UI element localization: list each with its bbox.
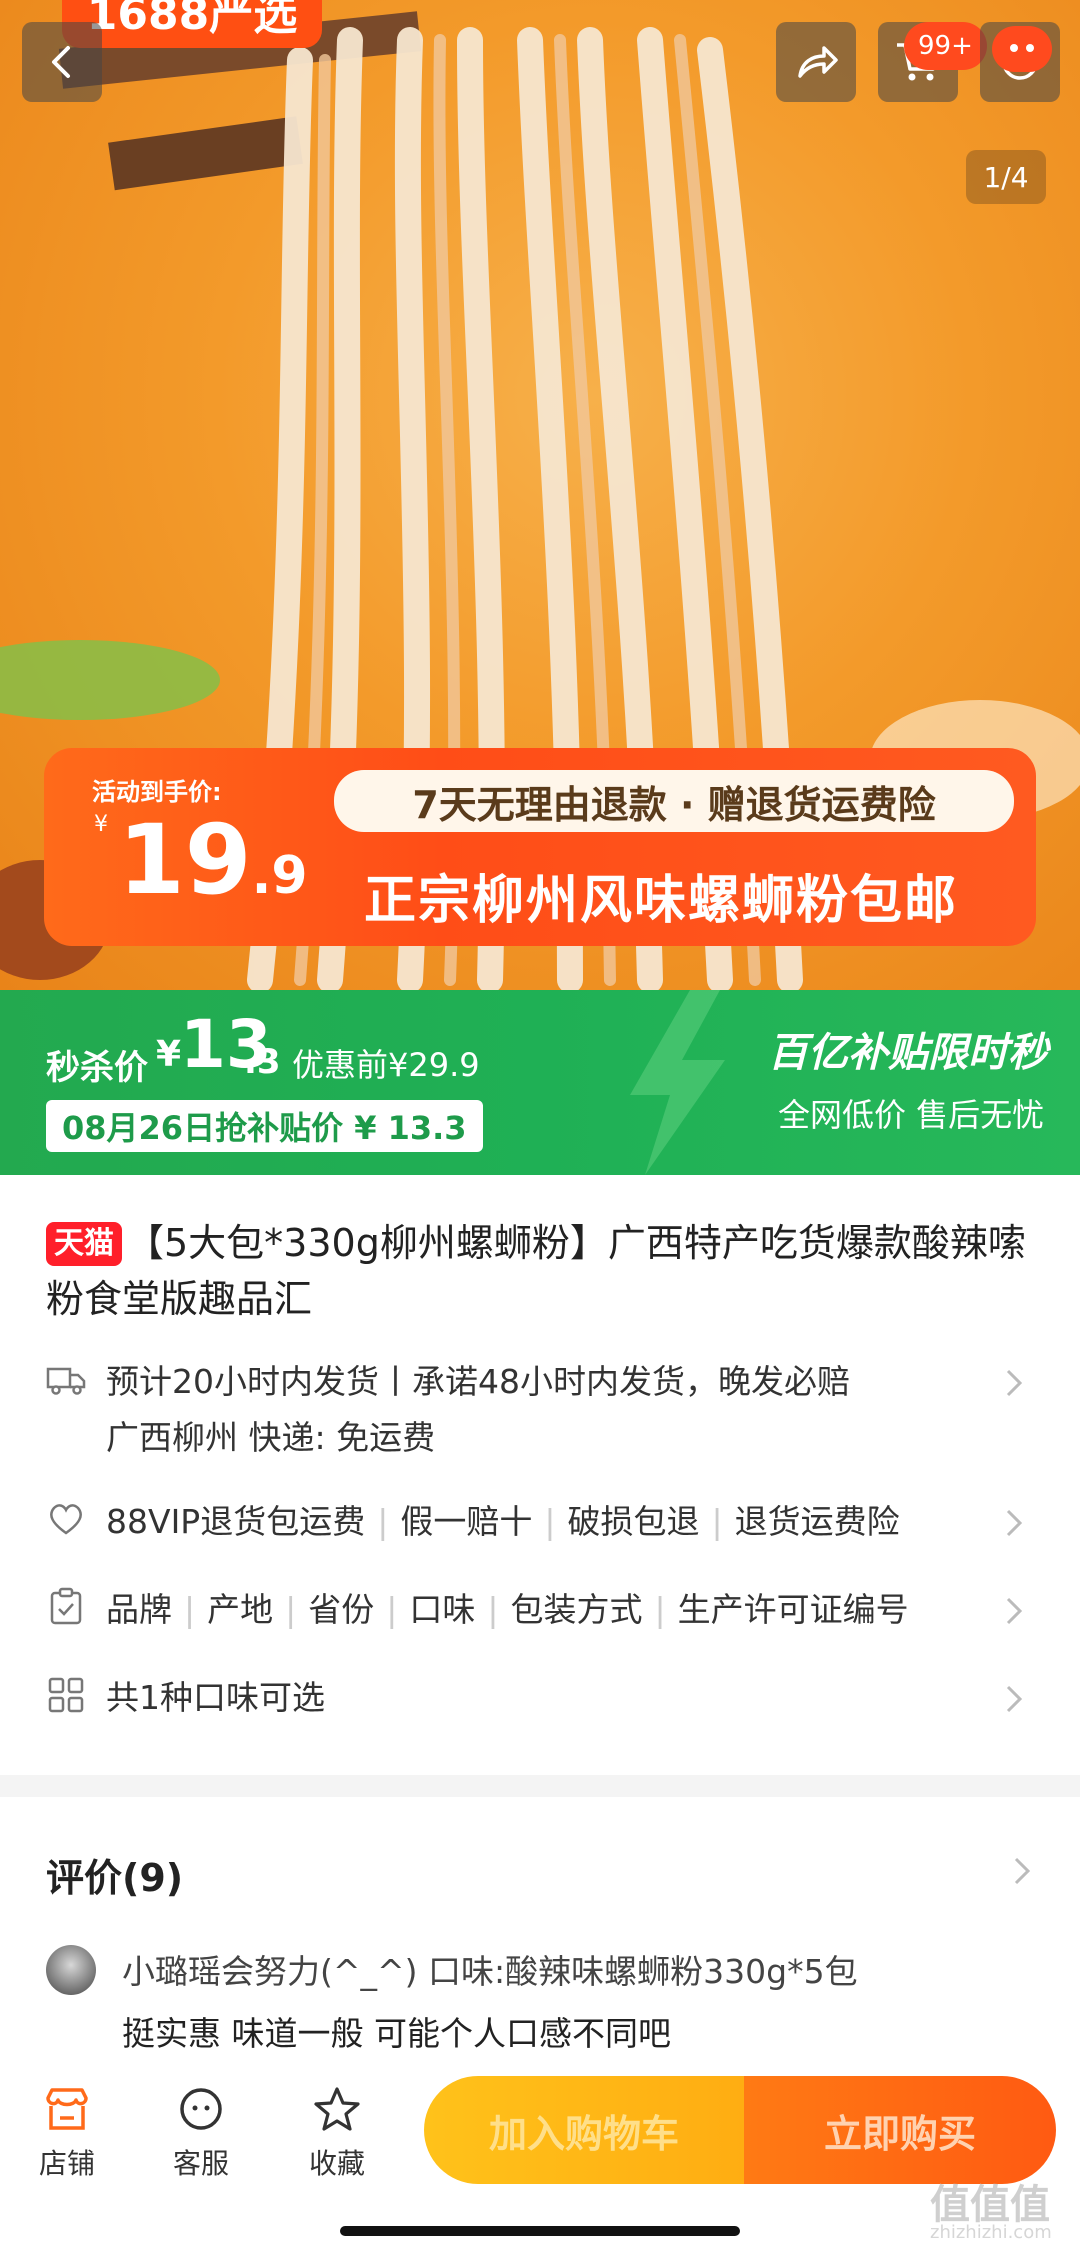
options-row[interactable]: 共1种口味可选 (46, 1671, 1036, 1725)
subsidy-subtext: 全网低价 售后无忧 (778, 1096, 1045, 1134)
guarantees-list: 88VIP退货包运费 | 假一赔十 | 破损包退 | 退货运费险 (106, 1502, 900, 1541)
truck-icon (46, 1367, 86, 1395)
promo-price: 19.9 (118, 804, 308, 916)
subsidy-date-price: 08月26日抢补贴价 ¥ 13.3 (46, 1100, 483, 1152)
shipping-row[interactable]: 预计20小时内发货丨承诺48小时内发货，晚发必赔 广西柳州 快递: 免运费 (46, 1355, 1036, 1465)
flash-currency: ¥ (156, 1034, 182, 1075)
original-price: 优惠前¥29.9 (292, 1046, 480, 1084)
promo-currency: ¥ (94, 812, 108, 837)
share-icon (798, 46, 838, 78)
home-indicator[interactable] (340, 2226, 740, 2236)
chevron-right-icon (1006, 1369, 1023, 1397)
reviews-section[interactable]: 评价(9) 小璐瑶会努力(^_^) 口味:酸辣味螺蛳粉330g*5包 挺实惠 味… (0, 1797, 1080, 2097)
options-text: 共1种口味可选 (106, 1678, 325, 1717)
promo-headline: 正宗柳州风味螺蛳粉包邮 (364, 871, 959, 931)
buy-now-button[interactable]: 立即购买 (744, 2076, 1056, 2184)
shop-label: 店铺 (38, 2147, 95, 2180)
store-icon (46, 2088, 88, 2130)
product-info-card: 天猫 【5大包*330g柳州螺蛳粉】广西特产吃货爆款酸辣嗦粉食堂版趣品汇 预计20… (0, 1175, 1080, 1775)
cart-count-badge: 99+ (904, 22, 987, 70)
message-badge (992, 26, 1052, 72)
watermark-url: zhizhizhi.com (930, 2222, 1052, 2243)
params-list: 品牌 | 产地 | 省份 | 口味 | 包装方式 | 生产许可证编号 (106, 1590, 909, 1629)
share-button[interactable] (776, 22, 856, 102)
shipping-line2: 广西柳州 快递: 免运费 (106, 1418, 436, 1457)
back-button[interactable] (22, 22, 102, 102)
chevron-right-icon (1006, 1597, 1023, 1625)
chevron-right-icon (1006, 1509, 1023, 1537)
refund-note: 7天无理由退款 · 赠退货运费险 (334, 770, 1014, 832)
tmall-badge: 天猫 (46, 1222, 122, 1266)
chevron-right-icon (1006, 1685, 1023, 1713)
star-icon (314, 2087, 360, 2131)
shipping-line1: 预计20小时内发货丨承诺48小时内发货，晚发必赔 (106, 1362, 850, 1401)
service-face-icon (180, 2088, 222, 2130)
chat-face-icon (1010, 44, 1034, 52)
heart-shield-icon (50, 1504, 82, 1535)
add-to-cart-button[interactable]: 加入购物车 (424, 2076, 744, 2184)
chevron-right-icon (1014, 1857, 1031, 1885)
back-arrow-icon (52, 46, 70, 78)
shop-button[interactable]: 店铺 (12, 2084, 122, 2182)
reviews-header: 评价(9) (46, 1856, 184, 1900)
review-text: 挺实惠 味道一般 可能个人口感不同吧 (122, 2014, 671, 2053)
favorite-button[interactable]: 收藏 (282, 2084, 392, 2182)
guarantees-row[interactable]: 88VIP退货包运费 | 假一赔十 | 破损包退 | 退货运费险 (46, 1495, 1036, 1549)
promo-label: 活动到手价: (92, 778, 222, 806)
subsidy-slogan: 百亿补贴限时秒 (768, 1030, 1048, 1076)
favorite-label: 收藏 (308, 2147, 365, 2180)
avatar (46, 1945, 96, 1995)
review-user-line: 小璐瑶会努力(^_^) 口味:酸辣味螺蛳粉330g*5包 (122, 1952, 858, 1991)
promo-banner: 活动到手价: ¥ 19.9 7天无理由退款 · 赠退货运费险 正宗柳州风味螺蛳粉… (44, 748, 1036, 946)
clipboard-icon (50, 1587, 82, 1625)
flash-price-dec: .3 (244, 1042, 281, 1082)
service-label: 客服 (172, 2147, 229, 2180)
grid-icon (48, 1677, 84, 1713)
product-title: 天猫 【5大包*330g柳州螺蛳粉】广西特产吃货爆款酸辣嗦粉食堂版趣品汇 (46, 1221, 1026, 1321)
product-image-carousel[interactable]: 1688严选 99+ 1/4 活动到手价: ¥ 19.9 7天无理由退款 · 赠… (0, 0, 1080, 990)
image-counter: 1/4 (966, 150, 1046, 204)
flash-sale-bar: 秒杀价 ¥ 13 .3 优惠前¥29.9 08月26日抢补贴价 ¥ 13.3 百… (0, 990, 1080, 1175)
params-row[interactable]: 品牌 | 产地 | 省份 | 口味 | 包装方式 | 生产许可证编号 (46, 1583, 1036, 1637)
bottom-action-bar: 店铺 客服 收藏 加入购物车 立即购买 (0, 2070, 1080, 2252)
customer-service-button[interactable]: 客服 (146, 2084, 256, 2182)
flash-label: 秒杀价 (46, 1048, 148, 1088)
lightning-icon (630, 990, 725, 1175)
